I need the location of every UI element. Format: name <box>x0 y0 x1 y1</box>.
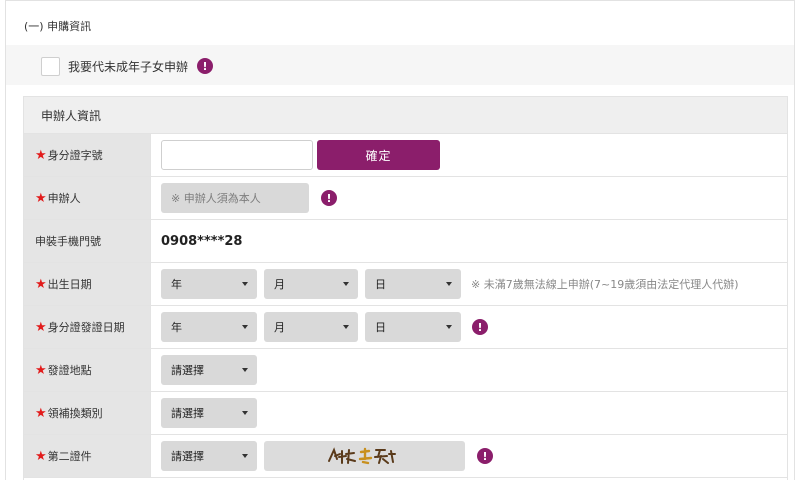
second-id-select[interactable]: 請選擇 <box>161 441 257 471</box>
chevron-down-icon <box>242 282 248 286</box>
id-number-label-text: 身分證字號 <box>47 149 103 162</box>
chevron-down-icon <box>242 368 248 372</box>
calligraphy-logo-icon <box>327 447 396 465</box>
chevron-down-icon <box>446 282 452 286</box>
required-star-icon: ★ <box>35 276 47 292</box>
issue-type-label: ★ 領補換類別 <box>24 392 151 434</box>
second-id-text: 請選擇 <box>171 450 204 463</box>
birth-day-text: 日 <box>375 278 386 291</box>
issue-year-text: 年 <box>171 321 182 334</box>
issue-month-select[interactable]: 月 <box>264 312 358 342</box>
issue-date-label: ★ 身分證發證日期 <box>24 306 151 348</box>
issue-place-select[interactable]: 請選擇 <box>161 355 257 385</box>
minor-info-icon[interactable]: ! <box>197 58 214 74</box>
required-star-icon: ★ <box>35 147 47 163</box>
chevron-down-icon <box>343 282 349 286</box>
applicant-info-icon[interactable]: ! <box>321 190 337 206</box>
applicant-label: ★ 申辦人 <box>24 177 151 219</box>
birth-note: ※ 未滿7歲無法線上申辦(7~19歲須由法定代理人代辦) <box>471 278 739 291</box>
birth-month-text: 月 <box>274 278 285 291</box>
row-id-issue-date: ★ 身分證發證日期 年 月 日 ! <box>24 306 787 349</box>
minor-proxy-row: 我要代未成年子女申辦 ! <box>41 56 214 76</box>
phone-number: 0908****28 <box>161 233 243 249</box>
required-star-icon: ★ <box>35 190 47 206</box>
birth-year-select[interactable]: 年 <box>161 269 257 299</box>
row-second-id: ★ 第二證件 請選擇 ! <box>24 435 787 478</box>
chevron-down-icon <box>242 454 248 458</box>
row-applicant: ★ 申辦人 ※ 申辦人須為本人 ! <box>24 177 787 220</box>
issue-day-text: 日 <box>375 321 386 334</box>
chevron-down-icon <box>242 411 248 415</box>
row-issue-type: ★ 領補換類別 請選擇 <box>24 392 787 435</box>
applicant-label-text: 申辦人 <box>47 192 81 205</box>
row-issue-place: ★ 發證地點 請選擇 <box>24 349 787 392</box>
row-phone: 申裝手機門號 0908****28 <box>24 220 787 263</box>
required-star-icon: ★ <box>35 448 47 464</box>
phone-value: 0908****28 <box>151 220 787 262</box>
row-id-number: ★ 身分證字號 確定 <box>24 134 787 177</box>
panel-title: 申辦人資訊 <box>24 97 787 134</box>
issue-date-info-icon[interactable]: ! <box>472 319 488 335</box>
second-id-value: 請選擇 ! <box>151 435 787 477</box>
required-star-icon: ★ <box>35 319 47 335</box>
section-title: (一) 申購資訊 <box>24 20 92 33</box>
phone-label: 申裝手機門號 <box>24 220 151 262</box>
applicant-panel: 申辦人資訊 ★ 身分證字號 確定 ★ 申辦人 ※ 申辦人須為本人 ! 申裝手機門… <box>23 96 788 480</box>
issue-place-label: ★ 發證地點 <box>24 349 151 391</box>
issue-date-value: 年 月 日 ! <box>151 306 787 348</box>
birth-day-select[interactable]: 日 <box>365 269 461 299</box>
id-number-value: 確定 <box>151 134 787 176</box>
minor-proxy-checkbox[interactable] <box>41 56 60 76</box>
chevron-down-icon <box>242 325 248 329</box>
birth-value: 年 月 日 ※ 未滿7歲無法線上申辦(7~19歲須由法定代理人代辦) <box>151 263 787 305</box>
watermark-image <box>264 441 465 471</box>
issue-type-select[interactable]: 請選擇 <box>161 398 257 428</box>
required-star-icon: ★ <box>35 362 47 378</box>
birth-label-text: 出生日期 <box>47 278 92 291</box>
birth-label: ★ 出生日期 <box>24 263 151 305</box>
chevron-down-icon <box>446 325 452 329</box>
issue-year-select[interactable]: 年 <box>161 312 257 342</box>
applicant-value: ※ 申辦人須為本人 ! <box>151 177 787 219</box>
minor-proxy-label: 我要代未成年子女申辦 <box>68 59 189 74</box>
second-id-info-icon[interactable]: ! <box>477 448 493 464</box>
issue-date-label-text: 身分證發證日期 <box>47 321 125 334</box>
confirm-button[interactable]: 確定 <box>317 140 440 170</box>
id-number-label: ★ 身分證字號 <box>24 134 151 176</box>
second-id-label: ★ 第二證件 <box>24 435 151 477</box>
birth-year-text: 年 <box>171 278 182 291</box>
row-birth-date: ★ 出生日期 年 月 日 ※ 未滿7歲無法線上申辦(7~19歲須由法定代理人代辦… <box>24 263 787 306</box>
second-id-label-text: 第二證件 <box>47 450 92 463</box>
issue-place-text: 請選擇 <box>171 364 204 377</box>
issue-type-text: 請選擇 <box>171 407 204 420</box>
issue-type-value: 請選擇 <box>151 392 787 434</box>
issue-month-text: 月 <box>274 321 285 334</box>
issue-place-label-text: 發證地點 <box>47 364 92 377</box>
applicant-input[interactable]: ※ 申辦人須為本人 <box>161 183 309 213</box>
issue-day-select[interactable]: 日 <box>365 312 461 342</box>
form-frame: (一) 申購資訊 我要代未成年子女申辦 ! 申辦人資訊 ★ 身分證字號 確定 ★… <box>5 0 795 480</box>
issue-type-label-text: 領補換類別 <box>47 407 103 420</box>
required-star-icon: ★ <box>35 405 47 421</box>
birth-month-select[interactable]: 月 <box>264 269 358 299</box>
chevron-down-icon <box>343 325 349 329</box>
id-number-input[interactable] <box>161 140 313 170</box>
issue-place-value: 請選擇 <box>151 349 787 391</box>
